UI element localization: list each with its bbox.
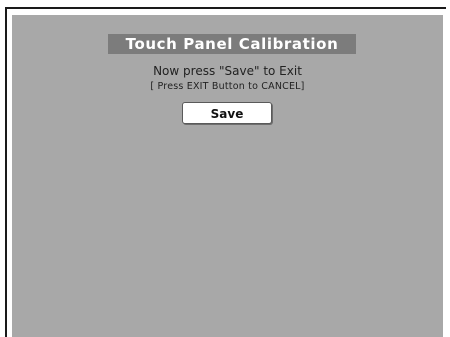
instruction-text: Now press "Save" to Exit (153, 64, 302, 78)
page-title: Touch Panel Calibration (108, 34, 356, 54)
frame-border-top (5, 7, 446, 9)
cancel-hint-text: [ Press EXIT Button to CANCEL] (150, 81, 305, 92)
frame-border-left (5, 7, 7, 337)
calibration-screen: Touch Panel Calibration Now press "Save"… (12, 15, 443, 337)
save-button[interactable]: Save (182, 102, 272, 124)
